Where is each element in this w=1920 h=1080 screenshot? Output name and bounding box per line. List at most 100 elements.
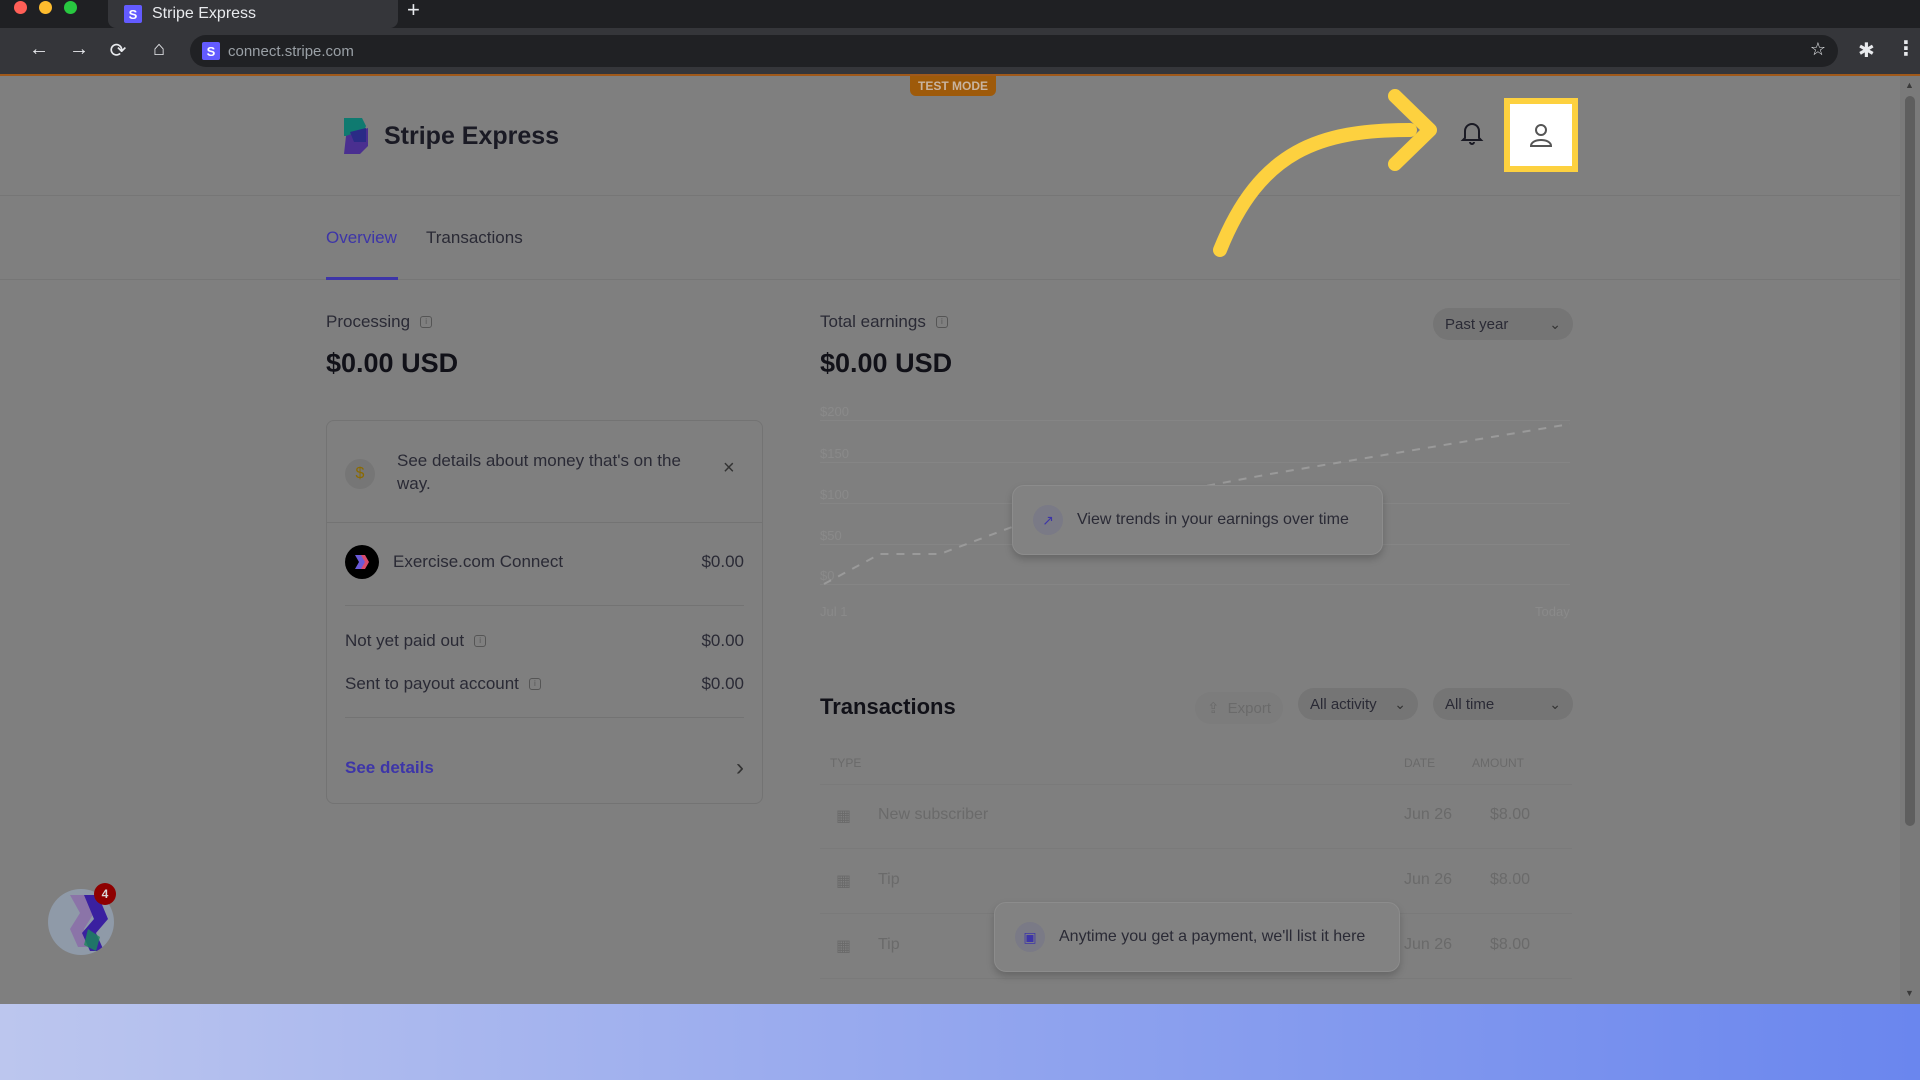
not-yet-paid-amount: $0.00 [701, 631, 744, 650]
scroll-thumb[interactable] [1905, 96, 1915, 826]
home-icon[interactable]: ⌂ [146, 38, 172, 61]
activity-filter-select[interactable]: All activity ⌄ [1298, 688, 1418, 720]
x-start-label: Jul 1 [820, 604, 848, 619]
account-amount: $0.00 [701, 552, 744, 571]
notification-count-badge: 4 [94, 883, 116, 905]
browser-toolbar: ← → ⟳ ⌂ S connect.stripe.com ☆ ✱ ⋮ [0, 28, 1920, 76]
sent-to-payout-label: Sent to payout account [345, 674, 519, 693]
export-icon: ⇪ [1207, 700, 1220, 717]
divider [345, 605, 744, 606]
exercise-com-logo-icon [345, 545, 379, 579]
payment-card-icon: ▣ [1015, 922, 1045, 952]
scroll-up-icon[interactable]: ▲ [1905, 80, 1914, 90]
earnings-overlay-text: View trends in your earnings over time [1077, 511, 1349, 528]
back-icon[interactable]: ← [26, 38, 52, 61]
chevron-down-icon: ⌄ [1549, 695, 1561, 712]
browser-menu-icon[interactable]: ⋮ [1896, 36, 1916, 61]
table-row[interactable]: ▦ New subscriber Jun 26 $8.00 [820, 784, 1572, 849]
transaction-date: Jun 26 [1404, 871, 1453, 888]
processing-amount: $0.00 USD [326, 348, 459, 378]
earnings-label-group: Total earnings i [820, 312, 948, 332]
storefront-icon: ▦ [836, 808, 852, 825]
brand-name: Stripe Express [384, 122, 560, 150]
column-header-type: TYPE [830, 756, 862, 770]
page-scrollbar[interactable]: ▲ ▼ [1900, 76, 1920, 1004]
transaction-type: Tip [878, 871, 900, 888]
column-header-amount: AMOUNT [1472, 756, 1524, 770]
earnings-amount: $0.00 USD [820, 348, 953, 378]
tab-transactions[interactable]: Transactions [426, 228, 523, 248]
transaction-date: Jun 26 [1404, 936, 1453, 953]
range-select-value: Past year [1445, 315, 1509, 333]
address-bar[interactable]: S connect.stripe.com ☆ [190, 35, 1838, 67]
transaction-amount: $8.00 [1490, 871, 1531, 888]
export-label: Export [1227, 699, 1271, 717]
transaction-date: Jun 26 [1404, 806, 1453, 823]
minimize-window-button[interactable] [39, 1, 52, 14]
scroll-down-icon[interactable]: ▼ [1905, 988, 1914, 998]
storefront-icon: ▦ [836, 938, 852, 955]
transaction-amount: $8.00 [1490, 806, 1531, 823]
time-filter-select[interactable]: All time ⌄ [1433, 688, 1573, 720]
transactions-overlay-text: Anytime you get a payment, we'll list it… [1059, 928, 1366, 945]
chevron-down-icon: ⌄ [1394, 695, 1406, 712]
nav-tabs: Overview Transactions [0, 196, 1900, 280]
close-window-button[interactable] [14, 1, 27, 14]
browser-tab[interactable]: S Stripe Express [108, 0, 398, 28]
sent-to-payout-amount: $0.00 [701, 674, 744, 693]
test-mode-badge: TEST MODE [910, 76, 997, 96]
see-details-link[interactable]: See details › [345, 754, 744, 782]
trend-up-icon: ↗ [1033, 505, 1063, 535]
sent-to-payout-row: Sent to payout account i $0.00 [345, 674, 744, 694]
info-icon[interactable]: i [935, 316, 948, 328]
page-content: Stripe Express TEST MODE Overview Transa… [0, 76, 1900, 1004]
transaction-type: Tip [878, 936, 900, 953]
time-filter-value: All time [1445, 695, 1495, 713]
new-tab-button[interactable]: + [407, 0, 420, 21]
export-button[interactable]: ⇪ Export [1195, 692, 1283, 724]
profile-button[interactable] [1510, 104, 1572, 166]
processing-notice: $ See details about money that's on the … [327, 421, 762, 523]
transaction-amount: $8.00 [1490, 936, 1531, 953]
bookmark-star-icon[interactable]: ☆ [1810, 39, 1826, 60]
site-favicon-icon: S [202, 42, 220, 60]
forward-icon[interactable]: → [66, 38, 92, 61]
chevron-down-icon: ⌄ [1549, 315, 1561, 332]
tab-overview[interactable]: Overview [326, 228, 397, 248]
earnings-label: Total earnings [820, 312, 926, 331]
url-text: connect.stripe.com [228, 42, 354, 60]
not-yet-paid-label: Not yet paid out [345, 631, 465, 650]
app-header: Stripe Express TEST MODE [0, 76, 1900, 257]
account-name: Exercise.com Connect [393, 552, 564, 571]
notice-text: See details about money that's on the wa… [397, 451, 681, 493]
close-icon[interactable]: × [723, 457, 735, 480]
reload-icon[interactable]: ⟳ [105, 38, 131, 63]
earnings-trend-overlay: ↗ View trends in your earnings over time [1012, 485, 1383, 555]
profile-highlight [1504, 98, 1578, 172]
info-icon[interactable]: i [474, 635, 487, 647]
money-bag-icon: $ [345, 459, 375, 489]
processing-label: Processing [326, 312, 411, 331]
column-header-date: DATE [1404, 756, 1436, 770]
user-profile-icon [1529, 124, 1553, 147]
not-yet-paid-row: Not yet paid out i $0.00 [345, 631, 744, 651]
background-gradient [0, 1004, 1920, 1080]
earnings-range-select[interactable]: Past year ⌄ [1433, 308, 1573, 340]
x-end-label: Today [1535, 604, 1570, 619]
maximize-window-button[interactable] [64, 1, 77, 14]
browser-tab-strip: S Stripe Express + [0, 0, 1920, 28]
chevron-right-icon: › [736, 754, 744, 781]
info-icon[interactable]: i [528, 678, 541, 690]
tab-title: Stripe Express [152, 5, 257, 22]
stripe-favicon-icon: S [124, 5, 142, 23]
extensions-icon[interactable]: ✱ [1858, 38, 1875, 63]
transaction-type: New subscriber [878, 806, 989, 823]
info-icon[interactable]: i [420, 316, 433, 328]
processing-card: $ See details about money that's on the … [326, 420, 763, 804]
notification-bell-icon[interactable] [1460, 120, 1484, 146]
see-details-label[interactable]: See details [345, 758, 434, 778]
storefront-icon: ▦ [836, 873, 852, 890]
processing-label-group: Processing i [326, 312, 433, 332]
activity-filter-value: All activity [1310, 695, 1377, 713]
account-row: Exercise.com Connect $0.00 [345, 545, 744, 579]
